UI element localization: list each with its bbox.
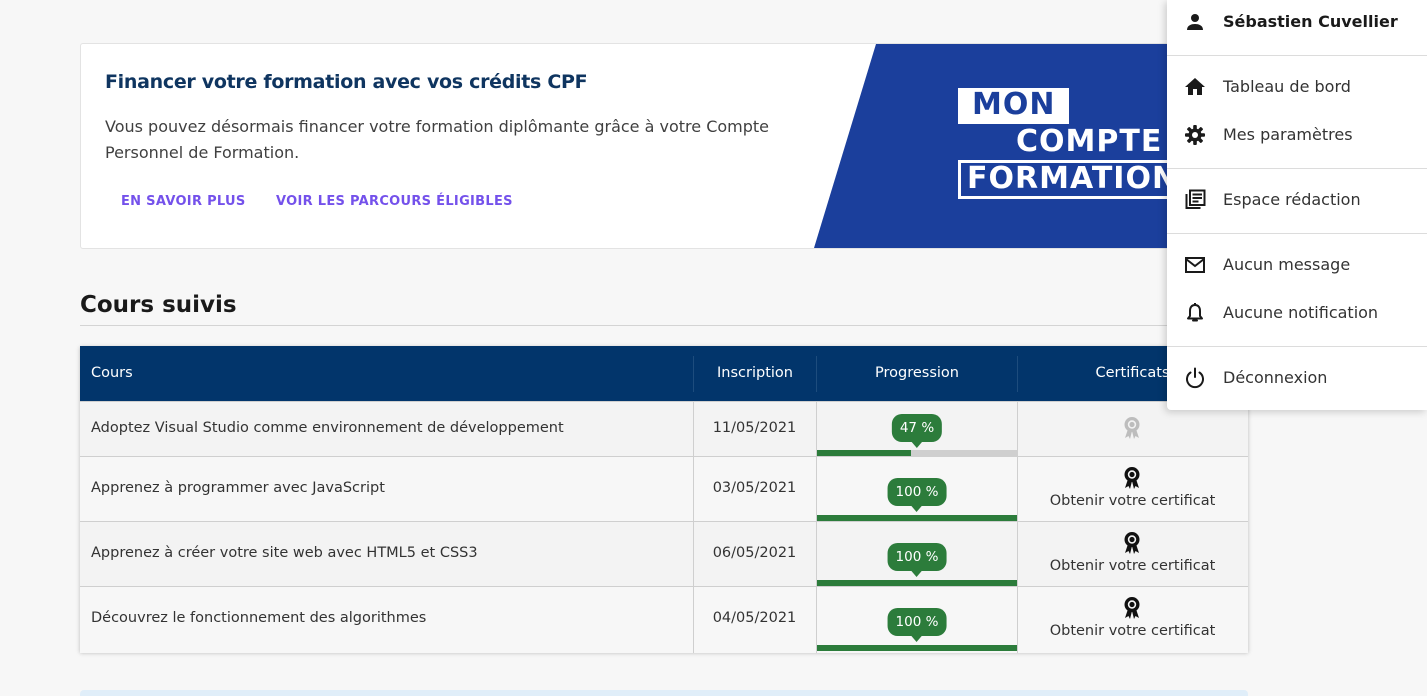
- progress-badge: 47 %: [891, 414, 943, 448]
- section-title: Cours suivis: [80, 292, 237, 318]
- get-certificate-link[interactable]: Obtenir votre certificat: [1018, 558, 1247, 574]
- menu-item-dashboard[interactable]: Tableau de bord: [1167, 67, 1427, 107]
- table-row[interactable]: Apprenez à créer votre site web avec HTM…: [80, 521, 1248, 587]
- menu-divider: [1167, 55, 1427, 56]
- cell-divider: [1017, 402, 1018, 457]
- table-row[interactable]: Adoptez Visual Studio comme environnemen…: [80, 401, 1248, 457]
- menu-divider: [1167, 346, 1427, 347]
- table-header: Cours Inscription Progression Certificat…: [80, 346, 1248, 401]
- progress-badge: 100 %: [887, 543, 947, 577]
- menu-divider: [1167, 168, 1427, 169]
- menu-divider: [1167, 233, 1427, 234]
- logo-line-formation: FORMATION: [958, 160, 1188, 199]
- menu-item-settings[interactable]: Mes paramètres: [1167, 115, 1427, 155]
- menu-user-name: Sébastien Cuvellier: [1223, 12, 1398, 31]
- bell-icon: [1187, 303, 1203, 322]
- progress-bar: [817, 645, 1017, 651]
- logo-line-mon: MON: [958, 88, 1070, 124]
- progress-fill: [817, 645, 1017, 651]
- cell-divider: [816, 402, 817, 457]
- header-course: Cours: [91, 365, 133, 381]
- menu-item-logout[interactable]: Déconnexion: [1167, 358, 1427, 398]
- eligible-paths-link[interactable]: VOIR LES PARCOURS ÉLIGIBLES: [276, 194, 513, 209]
- cell-divider: [816, 457, 817, 522]
- menu-item-label: Aucune notification: [1223, 303, 1379, 322]
- mail-icon: [1185, 257, 1205, 273]
- gear-icon: [1185, 125, 1205, 145]
- power-icon: [1186, 367, 1204, 389]
- award-ribbon-icon: [1124, 532, 1140, 554]
- menu-item-label: Mes paramètres: [1223, 125, 1353, 144]
- logo-line-compte: COMPTE: [1016, 124, 1163, 159]
- inscription-date: 03/05/2021: [712, 480, 797, 496]
- cell-divider: [1017, 587, 1018, 653]
- banner-title: Financer votre formation avec vos crédit…: [105, 71, 588, 93]
- cell-divider: [1017, 457, 1018, 522]
- menu-item-label: Déconnexion: [1223, 368, 1328, 387]
- cell-divider: [1017, 522, 1018, 587]
- menu-item-label: Tableau de bord: [1223, 77, 1351, 96]
- get-certificate-link[interactable]: Obtenir votre certificat: [1018, 493, 1247, 509]
- user-dropdown-menu: Sébastien Cuvellier Tableau de bord Mes …: [1167, 0, 1427, 410]
- header-inscription: Inscription: [717, 365, 793, 381]
- table-row[interactable]: Apprenez à programmer avec JavaScript 03…: [80, 456, 1248, 522]
- award-ribbon-icon: [1124, 467, 1140, 489]
- newspaper-icon: [1185, 189, 1206, 209]
- menu-item-messages[interactable]: Aucun message: [1167, 245, 1427, 285]
- inscription-date: 06/05/2021: [712, 545, 797, 561]
- person-icon: [1187, 14, 1203, 30]
- progress-badge: 100 %: [887, 478, 947, 512]
- menu-item-label: Aucun message: [1223, 255, 1351, 274]
- menu-item-editorial[interactable]: Espace rédaction: [1167, 180, 1427, 220]
- home-icon: [1185, 78, 1205, 95]
- learn-more-link[interactable]: EN SAVOIR PLUS: [121, 194, 246, 209]
- menu-item-notifications[interactable]: Aucune notification: [1167, 293, 1427, 333]
- menu-user-profile[interactable]: Sébastien Cuvellier: [1167, 2, 1427, 42]
- inscription-date: 04/05/2021: [712, 610, 797, 626]
- progress-badge: 100 %: [887, 608, 947, 642]
- course-title[interactable]: Découvrez le fonctionnement des algorith…: [91, 610, 426, 626]
- course-title[interactable]: Apprenez à programmer avec JavaScript: [91, 480, 385, 496]
- course-title[interactable]: Apprenez à créer votre site web avec HTM…: [91, 545, 478, 561]
- award-ribbon-icon: [1124, 417, 1140, 439]
- section-divider: [80, 325, 1248, 326]
- inscription-date: 11/05/2021: [712, 420, 797, 436]
- courses-table: Cours Inscription Progression Certificat…: [80, 346, 1248, 653]
- menu-item-label: Espace rédaction: [1223, 190, 1361, 209]
- award-ribbon-icon: [1124, 597, 1140, 619]
- cpf-banner: Financer votre formation avec vos crédit…: [80, 43, 1250, 249]
- table-row[interactable]: Découvrez le fonctionnement des algorith…: [80, 586, 1248, 653]
- cell-divider: [816, 522, 817, 587]
- course-title[interactable]: Adoptez Visual Studio comme environnemen…: [91, 420, 564, 436]
- next-section-edge: [80, 690, 1248, 696]
- cell-divider: [816, 587, 817, 653]
- banner-text: Vous pouvez désormais financer votre for…: [105, 117, 770, 162]
- get-certificate-link[interactable]: Obtenir votre certificat: [1018, 623, 1247, 639]
- header-progression: Progression: [875, 365, 959, 381]
